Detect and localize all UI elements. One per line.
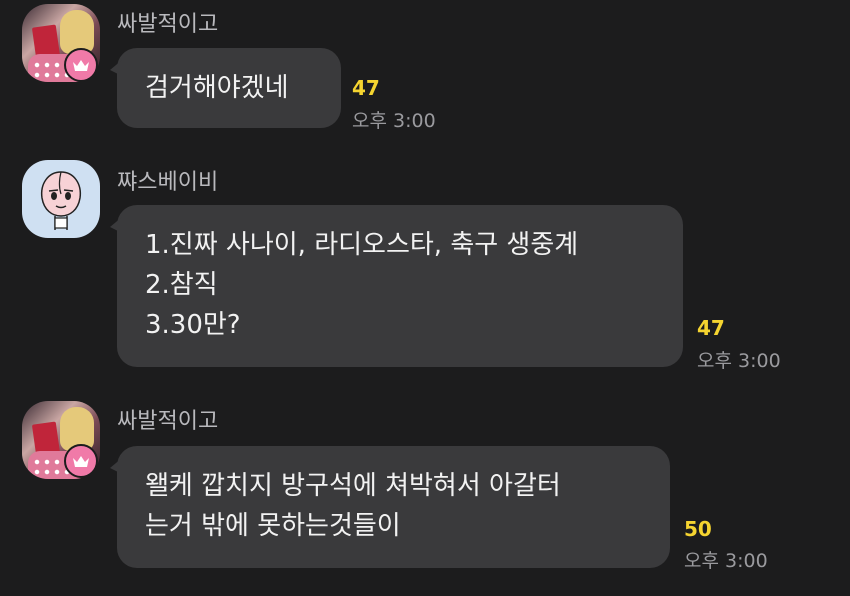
sender-name: 싸발적이고 — [117, 409, 219, 434]
unread-count: 47 — [352, 76, 380, 100]
message-text: 는거 밖에 못하는것들이 — [145, 511, 401, 541]
message-bubble[interactable]: 왤케 깝치지 방구석에 쳐박혀서 아갈터 는거 밖에 못하는것들이 — [110, 446, 670, 568]
unread-count: 50 — [684, 517, 712, 541]
message-time: 오후 3:00 — [352, 110, 436, 132]
sender-name: 쨔스베이비 — [117, 170, 219, 195]
message-text: 왤케 깝치지 방구석에 쳐박혀서 아갈터 — [145, 471, 561, 501]
message-bubble[interactable]: 검거해야겠네 — [110, 48, 341, 128]
message-bubble[interactable]: 1.진짜 사나이, 라디오스타, 축구 생중계 2.참직 3.30만? — [110, 205, 683, 367]
sender-name: 싸발적이고 — [117, 12, 219, 37]
message-text: 2.참직 — [145, 270, 218, 300]
sender-avatar[interactable] — [22, 160, 100, 238]
message-text: 1.진짜 사나이, 라디오스타, 축구 생중계 — [145, 230, 579, 260]
peach-character-icon — [40, 171, 82, 230]
unread-count: 47 — [697, 316, 725, 340]
message-time: 오후 3:00 — [684, 550, 768, 572]
crown-icon — [64, 48, 98, 82]
message-text: 3.30만? — [145, 310, 241, 340]
crown-icon — [64, 444, 98, 478]
message-text: 검거해야겠네 — [145, 73, 289, 103]
message-time: 오후 3:00 — [697, 350, 781, 372]
